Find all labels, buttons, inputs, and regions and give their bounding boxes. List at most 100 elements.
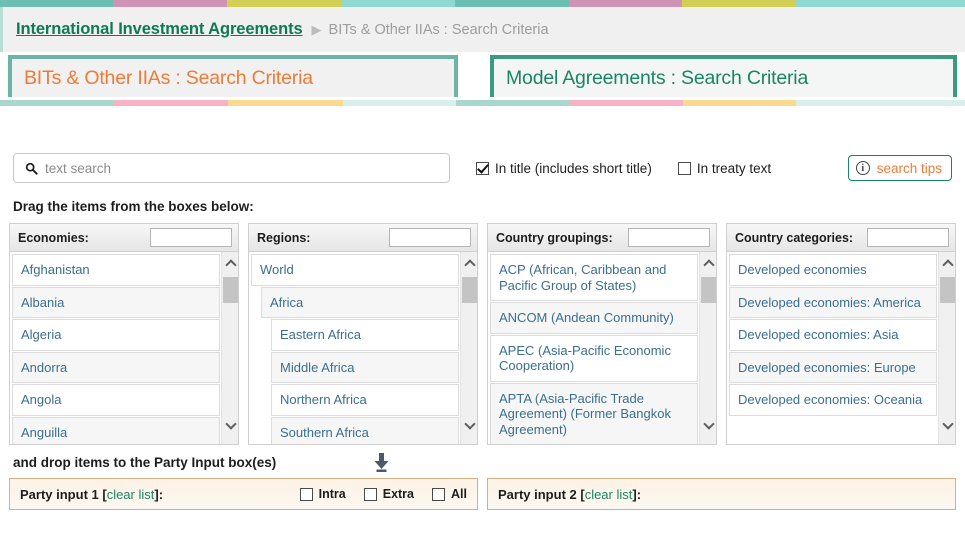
picker-filter-input-3[interactable] [867, 228, 949, 247]
picker-scrollbar-2[interactable] [699, 252, 716, 444]
party-input-1[interactable]: Party input 1 [clear list]: Intra Extra All [9, 478, 478, 510]
picker-option[interactable]: Middle Africa [271, 351, 459, 383]
scrollbar-thumb[interactable] [223, 277, 238, 303]
scroll-down-icon[interactable] [700, 417, 716, 434]
color-segment-3 [342, 0, 455, 7]
checkbox-in-title-box[interactable] [476, 161, 489, 175]
picker-panel-1: Regions: World Africa Eastern Africa Middle … [248, 223, 478, 445]
scroll-down-icon[interactable] [939, 417, 955, 434]
picker-option-list-3[interactable]: Developed economies Developed economies: … [727, 252, 938, 444]
picker-body-3: Developed economies Developed economies: … [727, 252, 955, 444]
party-checkbox-box[interactable] [299, 487, 313, 501]
picker-option[interactable]: Developed economies [729, 254, 937, 286]
picker-option[interactable]: Southern Africa [271, 416, 459, 444]
breadcrumb-home-link[interactable]: International Investment Agreements [16, 20, 303, 39]
color-segment-1 [113, 100, 228, 106]
picker-option[interactable]: ANCOM (Andean Community) [490, 302, 698, 334]
party-input-2-label: Party input 2 [clear list]: [498, 487, 641, 502]
picker-option-list-0[interactable]: Afghanistan Albania Algeria Andorra Angola An… [10, 252, 221, 444]
party-checkbox-label: All [451, 487, 467, 501]
picker-option[interactable]: Eastern Africa [271, 319, 459, 351]
tab-model-agreements[interactable]: Model Agreements : Search Criteria [490, 55, 957, 97]
picker-option-list-1[interactable]: World Africa Eastern Africa Middle Africa No… [249, 252, 460, 444]
checkbox-in-title[interactable]: In title (includes short title) [476, 161, 652, 176]
decorative-color-strip-under-tabs [0, 100, 965, 106]
color-segment-6 [683, 100, 796, 106]
picker-option[interactable]: Albania [12, 286, 220, 318]
scroll-down-icon[interactable] [222, 417, 238, 434]
picker-option[interactable]: Angola [12, 384, 220, 416]
picker-option[interactable]: Northern Africa [271, 384, 459, 416]
picker-option[interactable]: Afghanistan [12, 254, 220, 286]
color-segment-3 [343, 100, 456, 106]
checkbox-in-treaty-text[interactable]: In treaty text [677, 160, 772, 176]
picker-option[interactable]: Andorra [12, 351, 220, 383]
color-segment-2 [227, 0, 342, 7]
picker-filter-input-2[interactable] [628, 228, 710, 247]
download-arrow-icon [374, 453, 389, 472]
picker-body-1: World Africa Eastern Africa Middle Africa No… [249, 252, 477, 444]
search-input[interactable]: text search [13, 153, 450, 183]
checkbox-in-title-label: In title (includes short title) [495, 160, 652, 176]
scrollbar-thumb[interactable] [940, 277, 955, 303]
info-icon: i [855, 161, 870, 175]
picker-filter-input-0[interactable] [150, 228, 232, 247]
scroll-up-icon[interactable] [461, 255, 477, 272]
checkbox-in-treaty-text-box[interactable] [677, 161, 691, 175]
picker-panel-0: Economies: Afghanistan Albania Algeria Andor… [9, 223, 239, 445]
checkbox-in-treaty-text-label: In treaty text [696, 160, 772, 176]
picker-scrollbar-1[interactable] [460, 252, 477, 444]
scroll-down-icon[interactable] [461, 417, 477, 434]
picker-option[interactable]: Anguilla [12, 416, 220, 444]
party-input-2[interactable]: Party input 2 [clear list]: [487, 478, 956, 510]
picker-option[interactable]: Algeria [12, 319, 220, 351]
party-scope-checkboxes: Intra Extra All [282, 487, 467, 501]
tab-model-agreements-label: Model Agreements : Search Criteria [506, 66, 809, 89]
party-input-panels: Party input 1 [clear list]: Intra Extra All… [0, 478, 965, 510]
picker-option[interactable]: Developed economies: America [729, 286, 937, 318]
picker-scrollbar-3[interactable] [938, 252, 955, 444]
picker-panel-3: Country categories: Developed economies De… [726, 223, 956, 445]
picker-option-list-2[interactable]: ACP (African, Caribbean and Pacific Grou… [488, 252, 699, 444]
picker-option[interactable]: Africa [261, 286, 459, 318]
party-label-prefix: Party input 2 [ [498, 486, 585, 502]
picker-option[interactable]: Developed economies: Oceania [729, 384, 937, 416]
party-checkbox-all[interactable]: All [432, 487, 467, 501]
scrollbar-thumb[interactable] [462, 277, 477, 303]
scrollbar-thumb[interactable] [701, 277, 716, 303]
picker-panel-2: Country groupings: ACP (African, Caribbea… [487, 223, 717, 445]
scroll-up-icon[interactable] [222, 255, 238, 272]
picker-option[interactable]: Developed economies: Asia [729, 319, 937, 351]
breadcrumb-separator-icon: ▶ [311, 22, 322, 37]
party-checkbox-label: Extra [382, 487, 415, 501]
picker-option[interactable]: APEC (Asia-Pacific Economic Cooperation) [490, 334, 698, 382]
party-input-1-label: Party input 1 [clear list]: [20, 487, 163, 502]
breadcrumb-current-page: BITs & Other IIAs : Search Criteria [328, 21, 549, 38]
party-checkbox-extra[interactable]: Extra [363, 487, 415, 501]
picker-scrollbar-0[interactable] [221, 252, 238, 444]
tab-bits-other-iias[interactable]: BITs & Other IIAs : Search Criteria [8, 55, 458, 97]
picker-title-3: Country categories: [735, 230, 854, 245]
scroll-up-icon[interactable] [939, 255, 955, 272]
picker-option[interactable]: World [251, 254, 459, 286]
party-checkbox-box[interactable] [363, 487, 377, 501]
tab-bar: BITs & Other IIAs : Search Criteria Mode… [0, 52, 965, 100]
party-label-suffix: ]: [154, 486, 164, 502]
party-checkbox-intra[interactable]: Intra [299, 487, 346, 501]
picker-option[interactable]: APTA (Asia-Pacific Trade Agreement) (For… [490, 382, 698, 444]
picker-header-2: Country groupings: [488, 224, 716, 252]
party-checkbox-box[interactable] [432, 487, 446, 501]
drag-instruction-text: Drag the items from the boxes below: [13, 199, 254, 214]
breadcrumb: International Investment Agreements ▶ BI… [0, 7, 965, 52]
picker-title-0: Economies: [18, 230, 89, 245]
picker-filter-input-1[interactable] [389, 228, 471, 247]
picker-option[interactable]: Developed economies: Europe [729, 351, 937, 383]
clear-list-link[interactable]: clear list [107, 487, 155, 502]
scroll-up-icon[interactable] [700, 255, 716, 272]
picker-title-1: Regions: [257, 230, 311, 245]
color-segment-5 [569, 0, 682, 7]
picker-header-0: Economies: [10, 224, 238, 252]
search-tips-button[interactable]: i search tips [847, 155, 952, 181]
picker-option[interactable]: ACP (African, Caribbean and Pacific Grou… [490, 254, 698, 301]
clear-list-link[interactable]: clear list [585, 487, 633, 502]
